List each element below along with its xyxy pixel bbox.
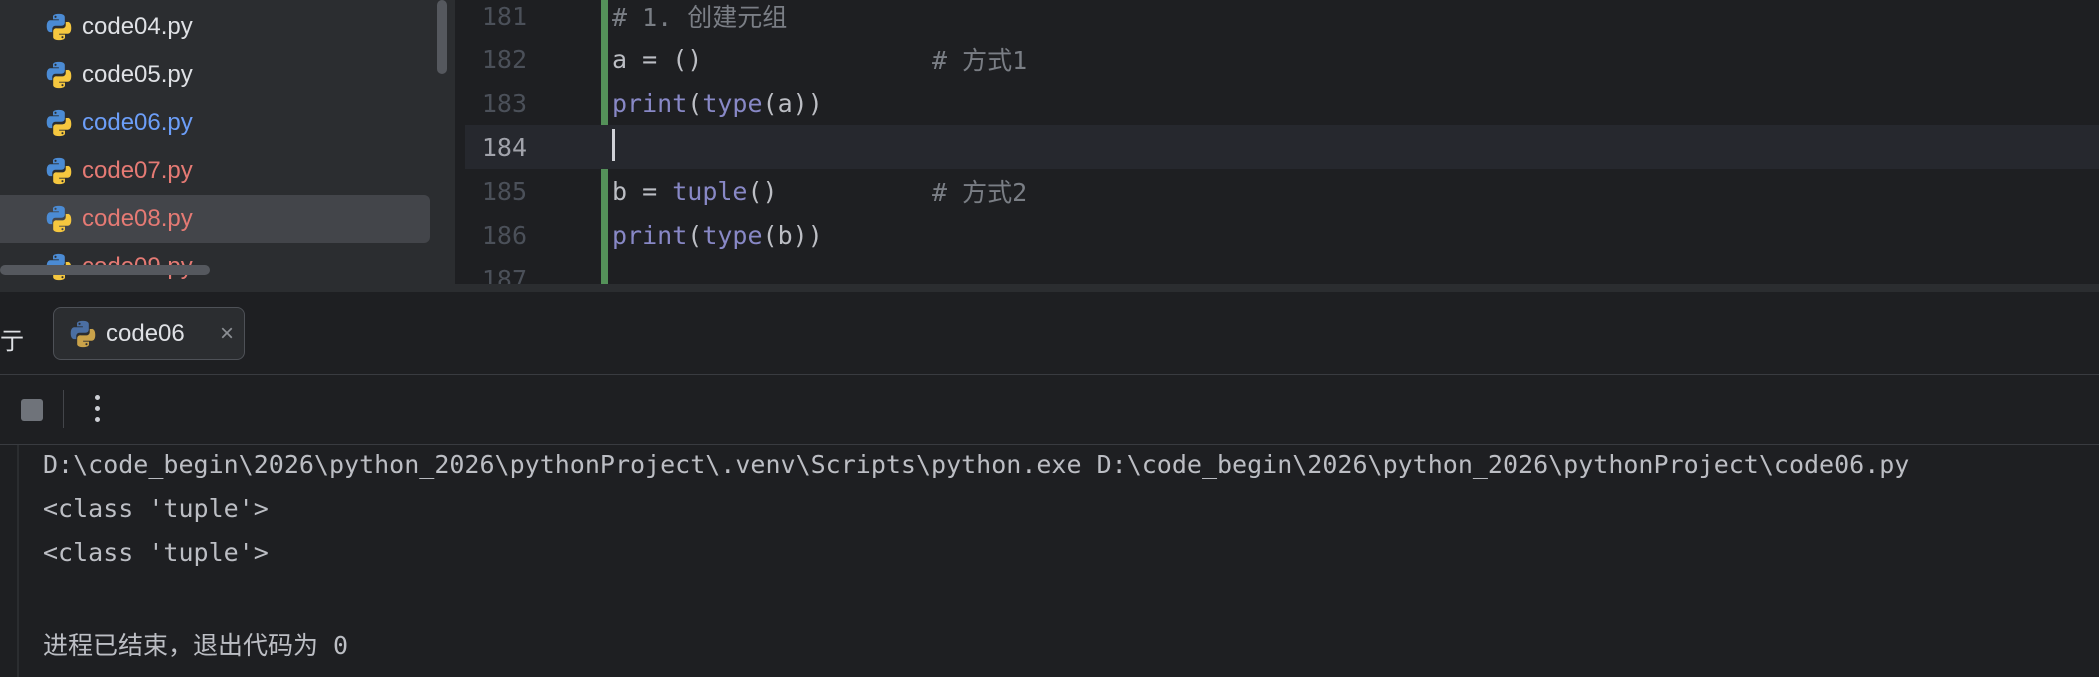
python-file-icon <box>46 157 72 185</box>
stop-icon[interactable] <box>21 399 43 421</box>
divider <box>63 390 64 428</box>
line-number: 185 <box>481 176 527 206</box>
code-rest: (a)) <box>762 88 823 118</box>
divider <box>0 374 2099 375</box>
builtin-tuple: tuple <box>672 176 748 206</box>
line-number: 183 <box>481 88 527 118</box>
close-icon[interactable]: × <box>220 321 234 347</box>
run-tab-code06[interactable]: code06 × <box>53 307 245 360</box>
python-file-icon <box>46 205 72 233</box>
line-number: 186 <box>481 220 527 250</box>
code-text: b = tuple() <box>612 177 778 206</box>
panel-divider[interactable] <box>0 284 2099 292</box>
line-number: 187 <box>481 264 527 285</box>
run-tool-window: 亍 code06 × D:\code_begin\2026\python_202… <box>0 292 2099 677</box>
code-rest: (b)) <box>762 220 823 250</box>
python-file-icon <box>46 13 72 41</box>
tree-item-code08[interactable]: code08.py <box>0 195 430 243</box>
builtin-type: type <box>702 220 763 250</box>
code-comment: # 1. 创建元组 <box>612 3 788 32</box>
tree-item-label: code06.py <box>82 109 193 136</box>
tree-item-code05[interactable]: code05.py <box>0 51 430 99</box>
project-panel: code04.py code05.py code06.py code07.py … <box>0 0 455 284</box>
editor-line[interactable]: 181 # 1. 创建元组 <box>465 0 2099 38</box>
builtin-type: type <box>702 88 763 118</box>
tree-item-code07[interactable]: code07.py <box>0 147 430 195</box>
line-number: 184 <box>481 132 527 162</box>
tree-item-code04[interactable]: code04.py <box>0 3 430 51</box>
run-tab-label: code06 <box>106 319 185 347</box>
console-output-line: <class 'tuple'> <box>43 494 269 523</box>
console-gutter <box>17 445 19 677</box>
code-comment: # 方式2 <box>932 178 1028 207</box>
python-run-icon <box>70 320 96 347</box>
console-command-line: D:\code_begin\2026\python_2026\pythonPro… <box>43 450 1910 479</box>
code-comment: # 方式1 <box>932 46 1028 75</box>
tree-item-label: code08.py <box>82 205 193 232</box>
project-vertical-scrollbar[interactable] <box>437 0 447 74</box>
code-text: a = () <box>612 44 703 74</box>
project-horizontal-scrollbar[interactable] <box>0 265 210 275</box>
editor-line[interactable]: 187 <box>465 257 2099 285</box>
editor-line[interactable]: 186 print(type(b)) <box>465 213 2099 257</box>
line-number: 182 <box>481 44 527 74</box>
console-output-line: <class 'tuple'> <box>43 538 269 567</box>
editor-line[interactable]: 183 print(type(a)) <box>465 81 2099 125</box>
editor-line-current[interactable]: 184 <box>465 125 2099 169</box>
python-file-icon <box>46 109 72 137</box>
line-number: 181 <box>481 1 527 31</box>
editor-line[interactable]: 185 b = tuple() # 方式2 <box>465 169 2099 213</box>
python-file-icon <box>46 61 72 89</box>
console-exit-message: 进程已结束，退出代码为 0 <box>43 631 349 660</box>
code-assign: b = <box>612 176 673 206</box>
tree-item-code06[interactable]: code06.py <box>0 99 430 147</box>
tree-item-label: code05.py <box>82 61 193 88</box>
code-paren: ( <box>687 220 703 250</box>
tree-item-label: code04.py <box>82 13 193 40</box>
text-caret <box>612 129 615 161</box>
code-paren: ( <box>687 88 703 118</box>
editor-line[interactable]: 182 a = () # 方式1 <box>465 37 2099 81</box>
divider <box>0 444 2099 445</box>
more-vertical-icon[interactable] <box>85 388 111 430</box>
builtin-print: print <box>612 220 688 250</box>
tree-item-code09[interactable]: code09.py <box>0 243 430 284</box>
tree-item-label: code07.py <box>82 157 193 184</box>
code-text: print(type(b)) <box>612 221 823 250</box>
code-rest: () <box>747 176 778 206</box>
code-editor[interactable]: 181 # 1. 创建元组 182 a = () # 方式1 183 print… <box>465 0 2099 284</box>
tool-window-title: 亍 <box>0 328 24 355</box>
code-text: print(type(a)) <box>612 89 823 118</box>
builtin-print: print <box>612 88 688 118</box>
